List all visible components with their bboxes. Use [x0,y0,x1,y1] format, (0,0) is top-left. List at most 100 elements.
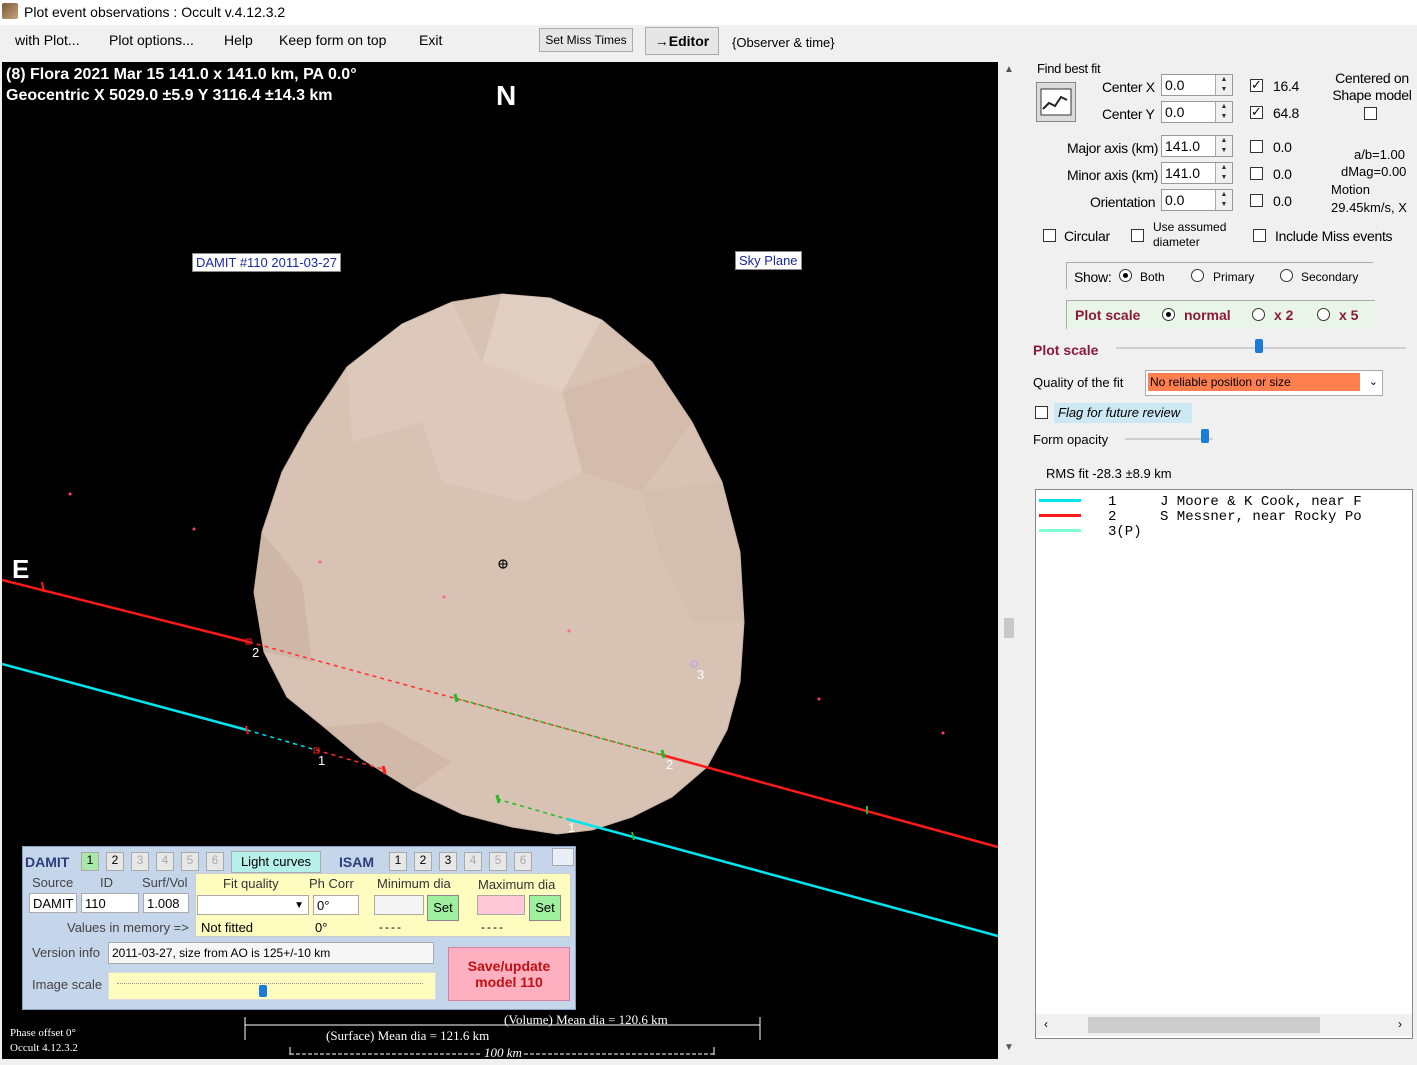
isam-model-2[interactable]: 2 [414,852,432,871]
save-update-model-button[interactable]: Save/update model 110 [448,947,570,1001]
hscroll-thumb[interactable] [1088,1017,1320,1033]
scroll-left-icon[interactable]: ‹ [1044,1017,1048,1031]
obs-1-name[interactable]: J Moore & K Cook, near F [1160,494,1362,510]
damit-model-2[interactable]: 2 [106,852,124,871]
plot-scale-slider-label: Plot scale [1033,342,1099,358]
title-bar: Plot event observations : Occult v.4.12.… [0,0,1417,25]
menu-keep-on-top[interactable]: Keep form on top [279,32,386,48]
source-field[interactable]: DAMIT [29,893,77,913]
menu-with-plot[interactable]: with Plot... [15,32,80,48]
spin-arrows-icon[interactable]: ▲ ▼ [1215,75,1232,95]
sky-plane-label: Sky Plane [735,251,802,270]
include-miss-checkbox[interactable] [1253,229,1266,242]
id-header: ID [100,875,113,890]
flag-review-label: Flag for future review [1054,403,1192,423]
center-y-input[interactable]: 0.0 ▲ ▼ [1161,101,1233,123]
min-dia-field[interactable] [374,895,424,915]
version-info-field[interactable]: 2011-03-27, size from AO is 125+/-10 km [108,942,434,964]
minor-axis-label: Minor axis (km) [1067,167,1159,183]
quality-dropdown[interactable]: No reliable position or size ⌄ [1145,370,1383,396]
scroll-right-icon[interactable]: › [1398,1017,1402,1031]
light-curves-button[interactable]: Light curves [231,851,321,873]
image-scale-thumb[interactable] [259,985,267,997]
center-x-label: Center X [1102,79,1155,95]
editor-button[interactable]: →Editor [645,27,719,55]
center-x-input[interactable]: 0.0 ▲ ▼ [1161,74,1233,96]
damit-model-3[interactable]: 3 [131,852,149,871]
damit-model-4[interactable]: 4 [156,852,174,871]
form-opacity-slider[interactable] [1125,438,1213,440]
spin-arrows-icon[interactable]: ▲ ▼ [1215,136,1232,156]
include-miss-label: Include Miss events [1275,228,1393,244]
orientation-input[interactable]: 0.0 ▲ ▼ [1161,189,1233,211]
major-axis-input[interactable]: 141.0 ▲ ▼ [1161,135,1233,157]
image-scale-slider[interactable] [108,972,436,1000]
chord-label: 2 [666,757,674,772]
plot-scrollbar[interactable]: ▲ ▼ [1001,62,1018,1059]
obs-2-num: 2 [1108,509,1117,525]
scale-bar-label: 100 km [482,1045,524,1059]
chord-label: 1 [318,753,326,768]
isam-model-1[interactable]: 1 [389,852,407,871]
set-miss-times-button[interactable]: Set Miss Times [539,28,633,52]
window-title: Plot event observations : Occult v.4.12.… [24,4,286,20]
fit-major-value: 0.0 [1273,139,1292,155]
fit-center-x-checkbox[interactable] [1250,77,1263,93]
obs-2-name[interactable]: S Messner, near Rocky Po [1160,509,1362,525]
scale-normal-radio[interactable] [1162,308,1175,321]
isam-model-5[interactable]: 5 [489,852,507,871]
menu-plot-options[interactable]: Plot options... [109,32,194,48]
fit-major-checkbox[interactable] [1250,140,1263,153]
isam-model-4[interactable]: 4 [464,852,482,871]
plot-scale-thumb[interactable] [1255,339,1263,353]
scroll-up-icon[interactable]: ▲ [1004,64,1014,75]
damit-model-5[interactable]: 5 [181,852,199,871]
ph-corr-field[interactable]: 0° [313,895,359,915]
isam-label: ISAM [339,854,374,870]
show-secondary-radio[interactable] [1280,269,1293,282]
observation-list[interactable]: 1 J Moore & K Cook, near F 2 S Messner, … [1035,489,1413,1039]
scroll-thumb[interactable] [1004,618,1014,638]
flag-review-checkbox[interactable] [1035,406,1048,419]
spin-arrows-icon[interactable]: ▲ ▼ [1215,102,1232,122]
set-min-dia-button[interactable]: Set [427,895,459,921]
centered-on-shape-checkbox[interactable] [1364,107,1377,120]
source-header: Source [32,875,74,890]
scroll-down-icon[interactable]: ▼ [1004,1042,1014,1053]
fit-center-y-checkbox[interactable] [1250,104,1263,120]
spin-arrows-icon[interactable]: ▲ ▼ [1215,163,1232,183]
fit-orientation-checkbox[interactable] [1250,194,1263,207]
form-opacity-thumb[interactable] [1201,429,1209,443]
menu-help[interactable]: Help [224,32,253,48]
max-dia-field[interactable] [477,895,525,915]
id-field[interactable]: 110 [81,893,139,913]
minor-axis-input[interactable]: 141.0 ▲ ▼ [1161,162,1233,184]
use-assumed-checkbox[interactable] [1131,229,1144,242]
damit-model-1[interactable]: 1 [81,852,99,871]
fit-quality-dropdown[interactable]: ▼ [197,895,309,915]
menu-exit[interactable]: Exit [419,32,442,48]
observer-time-link[interactable]: {Observer & time} [732,35,835,50]
list-hscroll[interactable]: ‹ › [1036,1014,1412,1036]
show-both-radio[interactable] [1119,269,1132,282]
surf-vol-field[interactable]: 1.008 [143,893,189,913]
obs-2-color [1039,514,1081,517]
fit-orientation-value: 0.0 [1273,193,1292,209]
fit-minor-checkbox[interactable] [1250,167,1263,180]
panel-close-box[interactable] [552,848,574,866]
circular-checkbox[interactable] [1043,229,1056,242]
scale-x5-radio[interactable] [1317,308,1330,321]
damit-model-6[interactable]: 6 [206,852,224,871]
spin-arrows-icon[interactable]: ▲ ▼ [1215,190,1232,210]
set-max-dia-button[interactable]: Set [529,895,561,921]
fit-center-x-value: 16.4 [1273,78,1300,94]
chevron-down-icon: ▼ [294,900,304,911]
center-y-label: Center Y [1102,106,1155,122]
isam-model-6[interactable]: 6 [514,852,532,871]
isam-model-3[interactable]: 3 [439,852,457,871]
menu-bar: with Plot... Plot options... Help Keep f… [0,25,1000,59]
scale-x2-radio[interactable] [1252,308,1265,321]
find-best-fit-button[interactable] [1036,82,1076,122]
show-primary-radio[interactable] [1191,269,1204,282]
shape-model-panel: DAMIT 1 2 3 4 5 6 Light curves ISAM 1 2 … [22,846,576,1010]
